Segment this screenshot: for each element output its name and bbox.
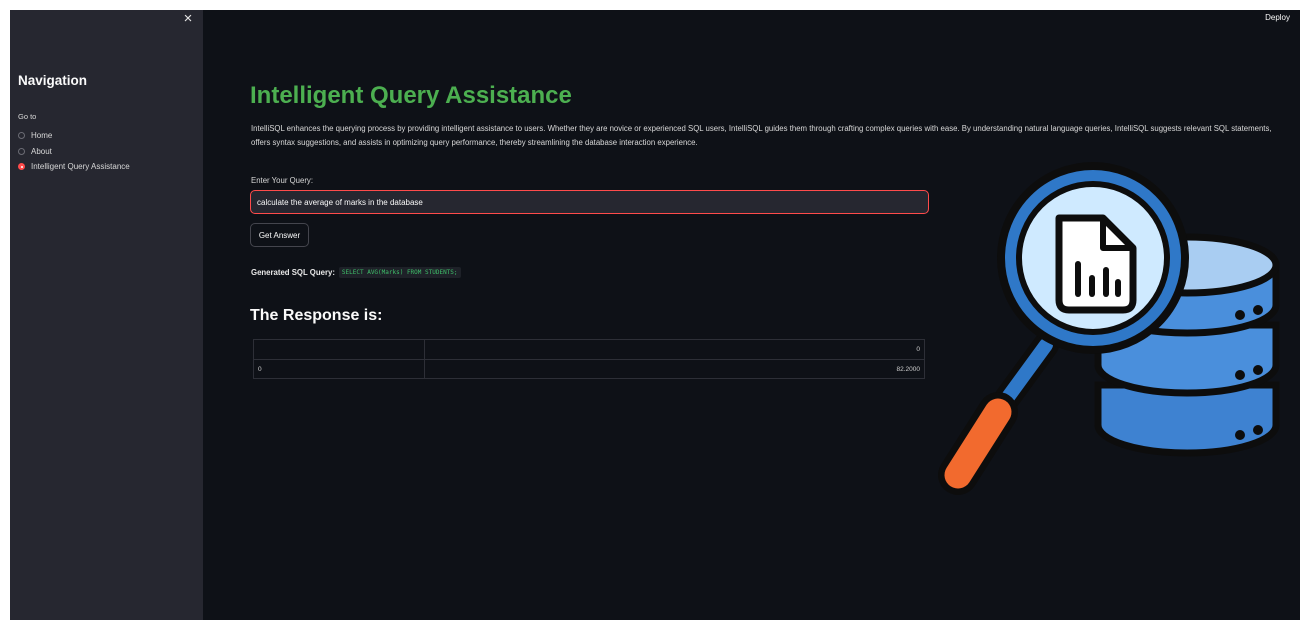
radio-label: Home (31, 131, 53, 141)
close-icon[interactable]: × (180, 11, 196, 27)
radio-option-home[interactable]: Home (18, 128, 130, 144)
sidebar: × Navigation Go to Home About Intelligen… (10, 10, 203, 620)
response-table: 0 0 82.2000 (253, 339, 925, 379)
radio-button[interactable] (18, 132, 25, 140)
magnifier-document-icon (997, 162, 1189, 354)
generated-sql-row: Generated SQL Query: SELECT AVG(Marks) F… (251, 267, 461, 278)
response-title: The Response is: (250, 307, 383, 324)
radio-label: About (31, 146, 52, 156)
page-title: Intelligent Query Assistance (250, 82, 572, 109)
radio-option-intelligent-query[interactable]: Intelligent Query Assistance (18, 159, 130, 175)
table-header-row: 0 (254, 340, 924, 360)
table-header-index (254, 340, 425, 359)
navigation-radio-group: Home About Intelligent Query Assistance (18, 128, 130, 175)
table-header-column[interactable]: 0 (425, 340, 924, 359)
get-answer-button[interactable]: Get Answer (250, 223, 309, 247)
generated-sql-label: Generated SQL Query: (251, 268, 335, 277)
sidebar-title: Navigation (18, 73, 88, 88)
radio-label: Intelligent Query Assistance (31, 162, 130, 172)
table-row-index: 0 (254, 360, 425, 379)
query-input-label: Enter Your Query: (251, 176, 313, 185)
generated-sql-code: SELECT AVG(Marks) FROM STUDENTS; (338, 267, 461, 278)
table-cell[interactable]: 82.2000 (425, 360, 924, 379)
table-row: 0 82.2000 (254, 360, 924, 379)
query-input[interactable] (250, 190, 929, 214)
magnifier-handle-icon (938, 332, 1059, 495)
radio-option-about[interactable]: About (18, 144, 130, 160)
goto-label: Go to (18, 112, 37, 121)
query-illustration (938, 162, 1280, 495)
deploy-button[interactable]: Deploy (1265, 13, 1290, 22)
radio-button-selected[interactable] (18, 163, 25, 171)
app-window: × Navigation Go to Home About Intelligen… (10, 10, 1300, 620)
radio-button[interactable] (18, 147, 25, 155)
page-description: IntelliSQL enhances the querying process… (251, 124, 1272, 147)
